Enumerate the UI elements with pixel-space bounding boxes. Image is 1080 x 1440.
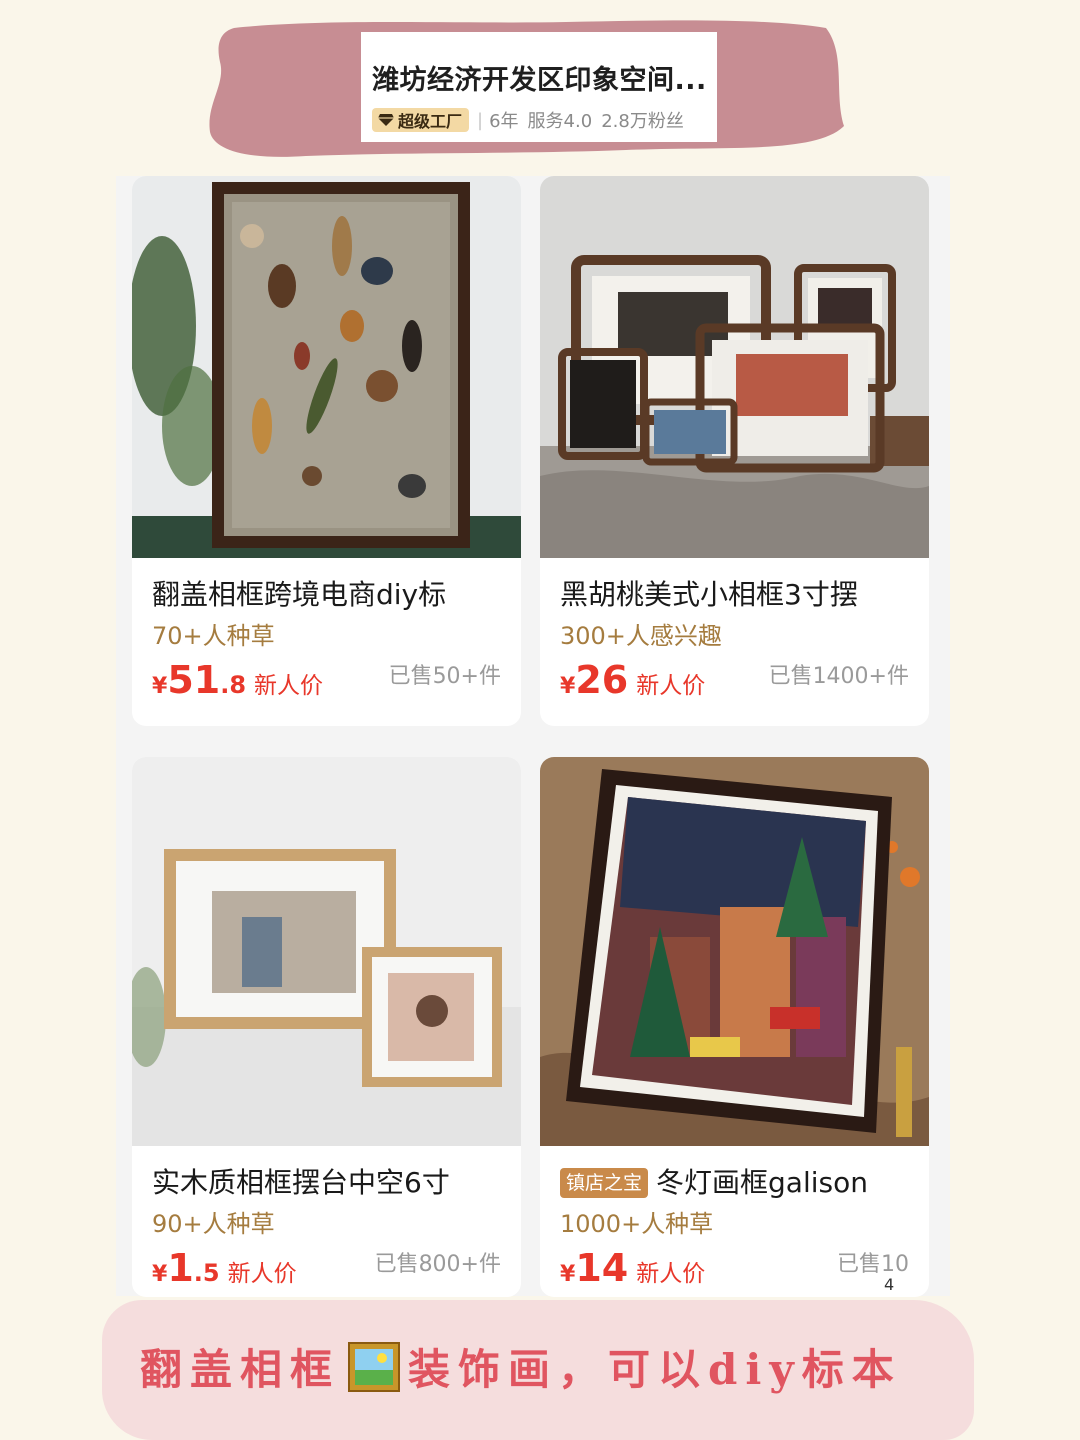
new-user-price-label: 新人价 — [254, 673, 324, 699]
super-factory-badge: 超级工厂 — [372, 108, 470, 132]
framed-picture-icon — [348, 1341, 401, 1392]
sold-count: 已售800+件 — [374, 1252, 501, 1277]
price-integer: 14 — [575, 1246, 629, 1290]
price-integer: 26 — [575, 658, 629, 702]
price-integer: 1 — [167, 1246, 194, 1290]
product-interest: 90+人种草 — [152, 1210, 275, 1238]
price-integer: 51 — [167, 658, 221, 702]
shop-info-card[interactable]: 潍坊经济开发区印象空间... 超级工厂 | 6年 服务4.0 2.8万粉丝 — [361, 32, 717, 142]
currency-symbol: ¥ — [560, 674, 576, 699]
store-treasure-badge: 镇店之宝 — [560, 1168, 649, 1198]
currency-symbol: ¥ — [560, 1262, 576, 1287]
price-decimal: .5 — [193, 1259, 220, 1287]
product-title[interactable]: 冬灯画框galison — [656, 1164, 868, 1202]
product-image-walnut-frames[interactable] — [540, 176, 929, 558]
new-user-price-label: 新人价 — [636, 1261, 706, 1287]
new-user-price-label: 新人价 — [227, 1261, 297, 1287]
price-row: ¥ 26 新人价 已售1400+件 — [560, 658, 909, 702]
shop-fans: 2.8万粉丝 — [601, 111, 684, 132]
product-title[interactable]: 实木质相框摆台中空6寸 — [152, 1164, 501, 1202]
caption-text-before: 翻盖相框 — [140, 1345, 341, 1394]
product-title-row[interactable]: 镇店之宝 冬灯画框galison — [560, 1164, 909, 1202]
product-card[interactable]: 实木质相框摆台中空6寸 90+人种草 ¥ 1 .5 新人价 已售800+件 — [132, 757, 521, 1297]
shop-name[interactable]: 潍坊经济开发区印象空间... — [372, 58, 707, 97]
product-title[interactable]: 黑胡桃美式小相框3寸摆 — [560, 576, 909, 614]
product-card[interactable]: 翻盖相框跨境电商diy标 70+人种草 ¥ 51 .8 新人价 已售50+件 — [132, 176, 521, 726]
product-interest: 300+人感兴趣 — [560, 622, 722, 650]
price-row: ¥ 14 新人价 已售10 — [560, 1246, 909, 1290]
product-interest: 1000+人种草 — [560, 1210, 714, 1238]
page-number: 4 — [884, 1275, 895, 1294]
shop-years: 6年 — [489, 111, 519, 132]
super-factory-label: 超级工厂 — [398, 112, 463, 131]
price-decimal: .8 — [220, 671, 247, 699]
sold-count: 已售10 — [837, 1252, 909, 1277]
diamond-icon — [378, 114, 394, 126]
product-title[interactable]: 翻盖相框跨境电商diy标 — [152, 576, 501, 614]
price-row: ¥ 51 .8 新人价 已售50+件 — [152, 658, 501, 702]
product-image-winter-painting[interactable] — [540, 757, 929, 1146]
meta-divider: | — [477, 109, 484, 131]
shop-meta: 超级工厂 | 6年 服务4.0 2.8万粉丝 — [372, 107, 707, 133]
new-user-price-label: 新人价 — [636, 673, 706, 699]
sold-count: 已售1400+件 — [768, 664, 909, 689]
currency-symbol: ¥ — [152, 1262, 168, 1287]
product-card[interactable]: 镇店之宝 冬灯画框galison 1000+人种草 ¥ 14 新人价 已售10 — [540, 757, 929, 1297]
currency-symbol: ¥ — [152, 674, 168, 699]
sold-count: 已售50+件 — [388, 664, 501, 689]
product-image-oak-frames[interactable] — [132, 757, 521, 1146]
product-card[interactable]: 黑胡桃美式小相框3寸摆 300+人感兴趣 ¥ 26 新人价 已售1400+件 — [540, 176, 929, 726]
caption-text-after: 装饰画，可以diy标本 — [408, 1345, 902, 1394]
caption: 翻盖相框 装饰画，可以diy标本 — [140, 1336, 940, 1397]
product-interest: 70+人种草 — [152, 622, 275, 650]
shop-service-score: 服务4.0 — [527, 111, 593, 132]
product-image-specimen-frame[interactable] — [132, 176, 521, 558]
price-row: ¥ 1 .5 新人价 已售800+件 — [152, 1246, 501, 1290]
